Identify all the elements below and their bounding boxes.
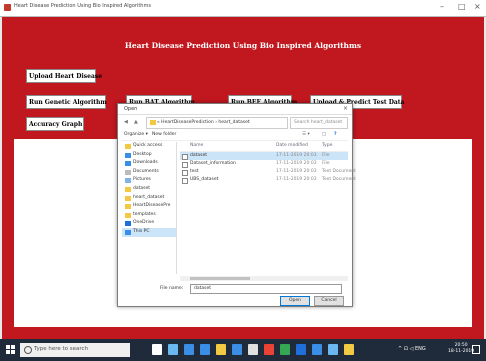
folder-icon	[150, 120, 156, 125]
file-explorer-icon[interactable]	[216, 344, 226, 355]
dialog-titlebar: Open ×	[118, 104, 352, 115]
window-titlebar: Heart Disease Prediction Using Bio Inspi…	[0, 0, 486, 17]
file-list-header: Name Date modified Type	[180, 142, 348, 152]
download-icon	[125, 161, 131, 167]
horizontal-scrollbar[interactable]	[180, 276, 348, 281]
column-type[interactable]: Type	[322, 143, 332, 148]
app-icon[interactable]	[328, 344, 338, 355]
file-icon	[182, 178, 188, 184]
store-icon[interactable]	[200, 344, 210, 355]
python-icon[interactable]	[344, 344, 354, 355]
nav-item-onedrive[interactable]: OneDrive	[122, 219, 176, 228]
folder-icon	[125, 204, 131, 210]
app-icon[interactable]	[280, 344, 290, 355]
address-bar[interactable]: « HeartDiseasePrediction › heart_dataset	[146, 117, 288, 129]
filename-input[interactable]: dataset	[190, 284, 342, 294]
taskbar-search-placeholder: Type here to search	[34, 346, 89, 352]
cortana-icon	[24, 346, 32, 354]
filename-label: File name:	[160, 286, 184, 291]
organize-menu[interactable]: Organize ▾	[124, 132, 148, 137]
scrollbar-thumb[interactable]	[190, 277, 250, 280]
taskbar: Type here to search ^ ⊡ ◁ ENG 20:50 18-1…	[0, 339, 486, 361]
computer-icon	[125, 229, 131, 235]
upload-dataset-button[interactable]: Upload Heart Disease	[26, 69, 102, 83]
desktop-icon	[125, 152, 131, 158]
up-arrow-icon[interactable]: ▲	[134, 119, 138, 125]
system-tray[interactable]: ^ ⊡ ◁ ENG	[398, 346, 426, 352]
nav-item-templates[interactable]: templates	[122, 211, 176, 220]
nav-item-heart-dataset[interactable]: heart_dataset	[122, 194, 176, 203]
dialog-title: Open	[124, 106, 138, 112]
help-icon[interactable]: ?	[334, 132, 337, 137]
chrome-icon[interactable]	[264, 344, 274, 355]
nav-item-pictures[interactable]: Pictures	[122, 176, 176, 185]
file-row[interactable]: UBS_dataset 17-11-2019 20:03 Text Document	[180, 176, 356, 184]
nav-item-documents[interactable]: Documents	[122, 168, 176, 177]
notification-icon[interactable]	[472, 345, 480, 354]
word-icon[interactable]	[296, 344, 306, 355]
dialog-navigation-pane: Quick access Desktop Downloads Documents…	[122, 142, 177, 274]
dialog-search-placeholder: Search heart_dataset	[294, 120, 343, 125]
nav-item-downloads[interactable]: Downloads	[122, 159, 176, 168]
minimize-button[interactable]: –	[440, 2, 444, 11]
edge-browser-icon[interactable]	[184, 344, 194, 355]
windows-start-icon[interactable]	[6, 345, 15, 354]
maximize-button[interactable]: □	[458, 2, 466, 11]
folder-icon	[125, 195, 131, 201]
open-button[interactable]: Open	[280, 296, 310, 306]
cloud-icon	[125, 221, 131, 227]
file-list: Name Date modified Type dataset 17-11-201…	[180, 142, 356, 274]
file-row[interactable]: test 17-11-2019 20:03 Text Document	[180, 168, 356, 176]
close-button[interactable]: ×	[474, 2, 481, 11]
open-file-dialog: Open × ◀ ▲ « HeartDiseasePrediction › he…	[117, 103, 356, 307]
column-name[interactable]: Name	[190, 143, 203, 148]
file-row[interactable]: dataset 17-11-2019 20:03 File	[180, 152, 348, 160]
new-folder-button[interactable]: New folder	[152, 132, 176, 137]
back-arrow-icon[interactable]: ◀	[124, 119, 128, 125]
cancel-button[interactable]: Cancel	[314, 296, 344, 306]
app-icon[interactable]	[248, 344, 258, 355]
column-date[interactable]: Date modified	[276, 143, 308, 148]
folder-icon	[125, 186, 131, 192]
task-view-icon[interactable]	[168, 344, 178, 355]
accuracy-graph-button[interactable]: Accuracy Graph	[26, 117, 84, 131]
nav-item-dataset[interactable]: dataset	[122, 185, 176, 194]
star-icon	[125, 144, 131, 149]
view-options-icon[interactable]: ☰ ▾	[302, 132, 310, 137]
file-row[interactable]: Dataset_information 17-11-2019 20:03 File	[180, 160, 348, 168]
nav-item-quick-access[interactable]: Quick access	[122, 142, 176, 151]
app-icon	[4, 4, 11, 11]
taskbar-clock[interactable]: 20:50 18-11-2019	[448, 343, 474, 355]
run-genetic-button[interactable]: Run Genetic Algorithm	[26, 95, 107, 109]
nav-item-project[interactable]: HeartDiseasePre	[122, 202, 176, 211]
dialog-search-input[interactable]: Search heart_dataset	[290, 117, 348, 129]
dialog-navigation: ◀ ▲ « HeartDiseasePrediction › heart_dat…	[122, 117, 348, 129]
dialog-close-button[interactable]: ×	[343, 105, 348, 112]
app-heading: Heart Disease Prediction Using Bio Inspi…	[124, 41, 362, 50]
address-path: « HeartDiseasePrediction › heart_dataset	[157, 120, 250, 125]
picture-icon	[125, 178, 131, 184]
dialog-toolbar: Organize ▾ New folder ☰ ▾ □ ?	[122, 131, 348, 141]
taskbar-search-input[interactable]: Type here to search	[20, 343, 130, 357]
nav-item-desktop[interactable]: Desktop	[122, 151, 176, 160]
preview-pane-icon[interactable]: □	[322, 132, 326, 137]
microphone-icon[interactable]	[152, 344, 162, 355]
folder-icon	[125, 212, 131, 218]
app-icon[interactable]	[312, 344, 322, 355]
nav-item-this-pc[interactable]: This PC	[122, 227, 176, 237]
window-title: Heart Disease Prediction Using Bio Inspi…	[14, 3, 151, 9]
mail-icon[interactable]	[232, 344, 242, 355]
document-icon	[125, 169, 131, 175]
clock-date: 18-11-2019	[448, 349, 475, 354]
